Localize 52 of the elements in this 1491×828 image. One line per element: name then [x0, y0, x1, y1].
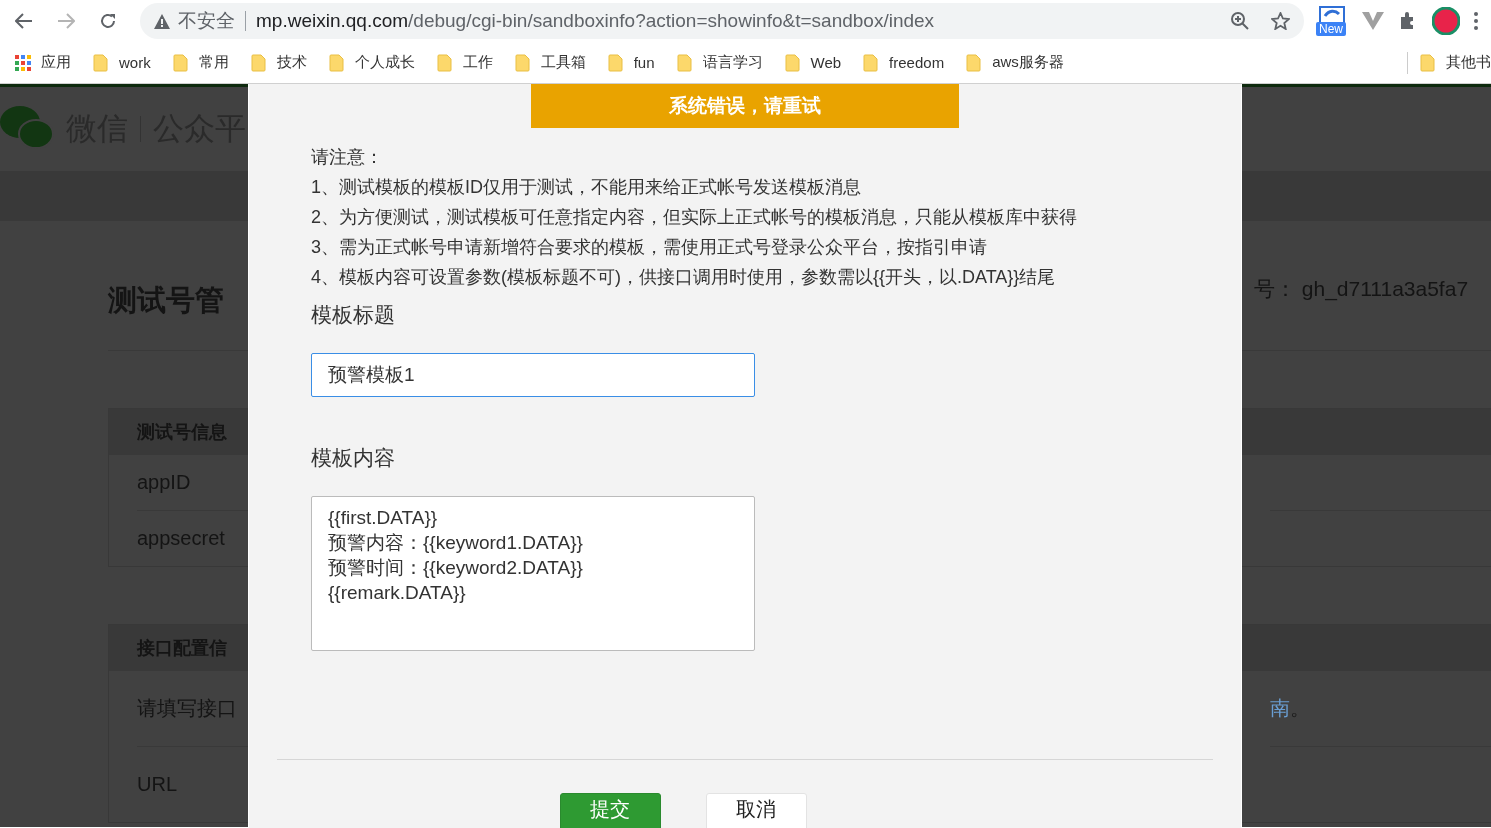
bookmark[interactable]: 语言学习	[676, 53, 763, 72]
bookmark[interactable]: 技术	[250, 53, 307, 72]
folder-icon	[1420, 53, 1436, 72]
bookmark[interactable]: 个人成长	[328, 53, 415, 72]
folder-icon	[172, 53, 189, 72]
menu-icon[interactable]	[1474, 12, 1478, 30]
apps-grid-icon	[15, 54, 31, 71]
bookmark[interactable]: 常用	[172, 53, 229, 72]
folder-icon	[863, 53, 880, 72]
field-label: 模板标题	[311, 303, 395, 326]
submit-button[interactable]: 提交	[559, 793, 661, 828]
folder-icon	[328, 53, 345, 72]
bookmark[interactable]: fun	[607, 53, 655, 72]
note-line: 3、需为正式帐号申请新增符合要求的模板，需使用正式号登录公众平台，按指引申请	[311, 236, 988, 259]
folder-icon	[966, 53, 983, 72]
folder-icon	[93, 53, 109, 72]
bookmark[interactable]: 应用	[15, 53, 71, 72]
folder-icon	[676, 53, 693, 72]
bookmark[interactable]: 其他书	[1420, 53, 1491, 72]
star-icon[interactable]	[1271, 12, 1290, 30]
bookmark[interactable]: freedom	[863, 53, 945, 72]
error-banner: 系统错误，请重试	[531, 84, 959, 128]
bookmark[interactable]: 工作	[436, 53, 493, 72]
note-line: 请注意：	[311, 146, 384, 169]
cancel-button[interactable]: 取消	[705, 793, 807, 828]
note-line: 2、为方便测试，测试模板可任意指定内容，但实际上正式帐号的模板消息，只能从模板库中获得	[311, 206, 1078, 229]
folder-icon	[607, 53, 624, 72]
sentence-end: 。	[1290, 696, 1310, 721]
security-label: 不安全	[178, 9, 235, 33]
reload-icon	[99, 12, 117, 30]
folder-icon	[514, 53, 531, 72]
forward-arrow-icon	[57, 13, 75, 29]
field-label: 模板内容	[311, 446, 395, 469]
folder-icon	[250, 53, 267, 72]
bookmark[interactable]: Web	[784, 53, 842, 72]
bookmark[interactable]: 工具箱	[514, 53, 586, 72]
note-line: 1、测试模板的模板ID仅用于测试，不能用来给正式帐号发送模板消息	[311, 176, 862, 199]
guide-link[interactable]: 南	[1270, 695, 1290, 722]
profile-avatar[interactable]	[1432, 7, 1460, 35]
v-extension-icon[interactable]	[1362, 12, 1384, 30]
address-bar[interactable]: 不安全 mp.weixin.qq.com/debug/cgi-bin/sandboxinfo?action=showinfo&t=sandbox/index	[140, 3, 1304, 39]
content-textarea[interactable]: {{first.DATA}} 预警内容：{{keyword1.DATA}} 预警时间：{{keyword2.DATA}} {{remark.DATA}}	[311, 496, 755, 651]
note-line: 4、模板内容可设置参数(模板标题不可)，供接口调用时使用，参数需以{{开头，以.DATA}}结尾	[311, 266, 1057, 289]
title-input[interactable]: 预警模板1	[311, 353, 755, 397]
zoom-icon[interactable]	[1231, 12, 1249, 30]
bookmark[interactable]: aws服务器	[966, 53, 1064, 72]
folder-icon	[784, 53, 801, 72]
url-text: mp.weixin.qq.com/debug/cgi-bin/sandboxinfo?action=showinfo&t=sandbox/index	[256, 10, 935, 32]
warning-icon	[154, 13, 170, 29]
bookmark[interactable]: work	[93, 53, 151, 72]
back-arrow-icon	[15, 13, 33, 29]
folder-icon	[436, 53, 453, 72]
